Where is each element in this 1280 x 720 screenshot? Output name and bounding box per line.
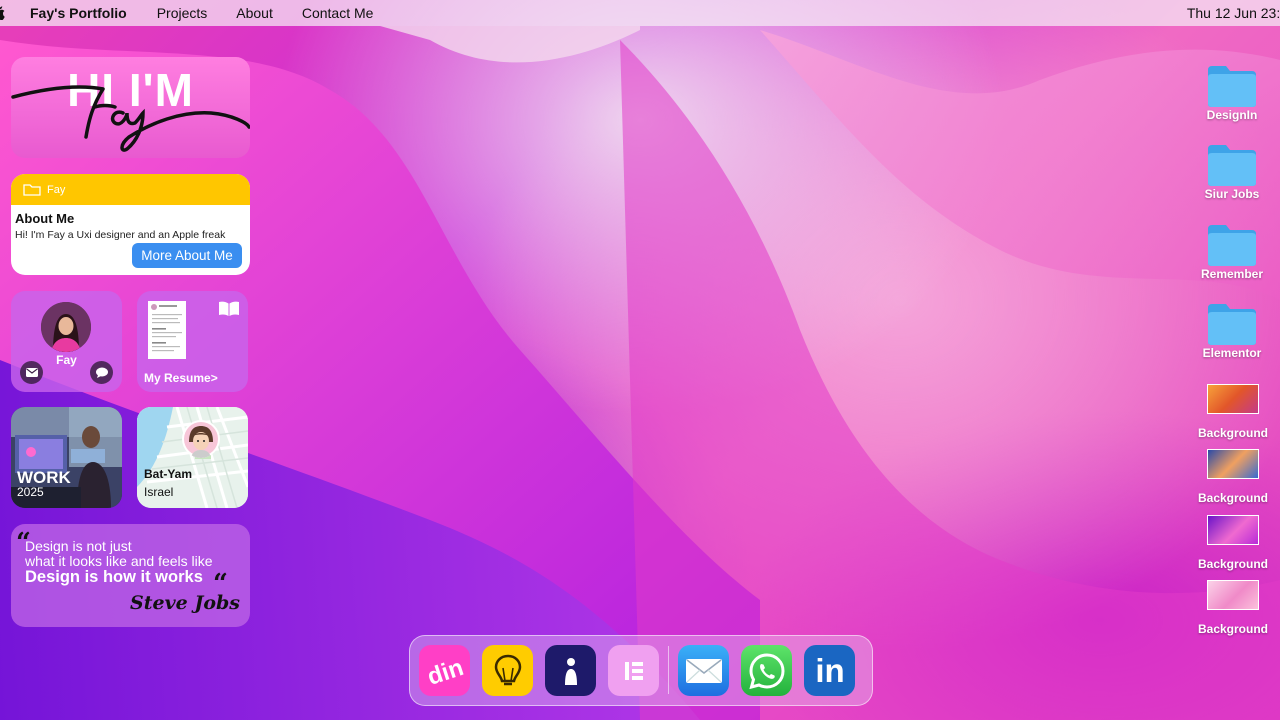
quote-widget: “ Design is not just what it looks like … (11, 524, 250, 627)
location-city: Bat-Yam (144, 467, 193, 481)
linkedin-icon: in (815, 654, 844, 688)
quote-author: Steve Jobs (130, 592, 240, 614)
about-folder-bar: Fay (11, 174, 250, 205)
dock: din in (409, 635, 873, 706)
menu-brand[interactable]: Fay's Portfolio (30, 5, 127, 21)
folder-outline-icon (23, 184, 41, 196)
about-widget: Fay About Me Hi! I'm Fay a Uxi designer … (11, 174, 250, 275)
dock-app-whatsapp[interactable] (741, 645, 792, 696)
resume-widget[interactable]: My Resume> (137, 291, 248, 392)
dock-separator (668, 646, 669, 694)
desktop-icon-label: Remember (1200, 267, 1264, 281)
menu-clock: Thu 12 Jun 23:1 (1186, 5, 1280, 21)
desktop-icon-label: Background (1197, 426, 1268, 440)
whatsapp-icon (748, 652, 785, 689)
resume-label[interactable]: My Resume> (144, 371, 218, 385)
desktop-folder-siur-jobs[interactable]: Siur Jobs (1187, 143, 1277, 201)
folder-icon (1208, 66, 1256, 107)
hello-widget[interactable]: HI I'M (11, 57, 250, 158)
dock-app-designin[interactable]: din (419, 645, 470, 696)
envelope-icon (25, 368, 38, 377)
svg-text:in: in (815, 654, 844, 688)
location-map-widget[interactable]: Bat-Yam Israel (137, 407, 248, 508)
about-folder-label: Fay (47, 183, 66, 196)
desktop-folder-elementor[interactable]: Elementor (1187, 302, 1277, 360)
profile-mail-button[interactable] (20, 361, 43, 384)
desktop-icon-label: Elementor (1202, 346, 1262, 360)
work-year: 2025 (17, 485, 44, 499)
image-thumbnail (1207, 449, 1259, 479)
figure-icon (564, 657, 577, 685)
menu-item-about[interactable]: About (236, 5, 273, 21)
avatar (41, 302, 91, 352)
profile-widget: Fay (11, 291, 122, 392)
desktop-image-background-3[interactable]: Background (1188, 515, 1278, 571)
image-thumbnail (1207, 580, 1259, 610)
dock-app-linkedin[interactable]: in (804, 645, 855, 696)
about-description: Hi! I'm Fay a Uxi designer and an Apple … (15, 229, 226, 241)
more-about-me-button[interactable]: More About Me (132, 243, 242, 268)
menu-bar: Fay's Portfolio Projects About Contact M… (0, 0, 1280, 26)
folder-icon (1208, 304, 1256, 345)
apple-logo-icon[interactable] (0, 6, 8, 20)
work-widget[interactable]: WORK 2025 (11, 407, 122, 508)
menu-item-contact[interactable]: Contact Me (302, 5, 374, 21)
image-thumbnail (1207, 384, 1259, 414)
din-logo-icon: din (424, 654, 466, 688)
resume-thumbnail (148, 301, 186, 359)
about-title: About Me (15, 211, 75, 226)
elementor-icon (624, 661, 643, 680)
quote-line-1: Design is not just (25, 538, 132, 554)
desktop-folder-remember[interactable]: Remember (1187, 223, 1277, 281)
profile-chat-button[interactable] (90, 361, 113, 384)
fay-signature-logo (11, 85, 250, 152)
menu-item-projects[interactable]: Projects (157, 5, 208, 21)
desktop-icon-label: DesignIn (1206, 108, 1258, 122)
folder-icon (1208, 145, 1256, 186)
dock-app-elementor[interactable] (608, 645, 659, 696)
dock-app-lamp[interactable] (482, 645, 533, 696)
location-country: Israel (144, 485, 174, 499)
quote-line-3: Design is how it works (25, 568, 203, 586)
desktop-image-background-1[interactable]: Background (1188, 384, 1278, 440)
open-book-icon (219, 301, 239, 316)
desktop-image-background-2[interactable]: Background (1188, 449, 1278, 505)
envelope-icon (685, 658, 722, 683)
lightbulb-icon (494, 654, 521, 685)
chat-bubble-icon (95, 367, 108, 378)
dock-app-mail[interactable] (678, 645, 729, 696)
svg-text:din: din (424, 654, 466, 688)
dock-app-figure[interactable] (545, 645, 596, 696)
folder-icon (1208, 225, 1256, 266)
image-thumbnail (1207, 515, 1259, 545)
map-avatar-pin (182, 420, 220, 458)
desktop-icon-label: Background (1197, 557, 1268, 571)
desktop-icon-label: Background (1197, 622, 1268, 636)
quote-line-2: what it looks like and feels like (25, 553, 213, 569)
desktop-icon-label: Siur Jobs (1204, 187, 1260, 201)
desktop-folder-designin[interactable]: DesignIn (1187, 64, 1277, 122)
desktop-image-background-4[interactable]: Background (1188, 580, 1278, 636)
desktop-icon-label: Background (1197, 491, 1268, 505)
